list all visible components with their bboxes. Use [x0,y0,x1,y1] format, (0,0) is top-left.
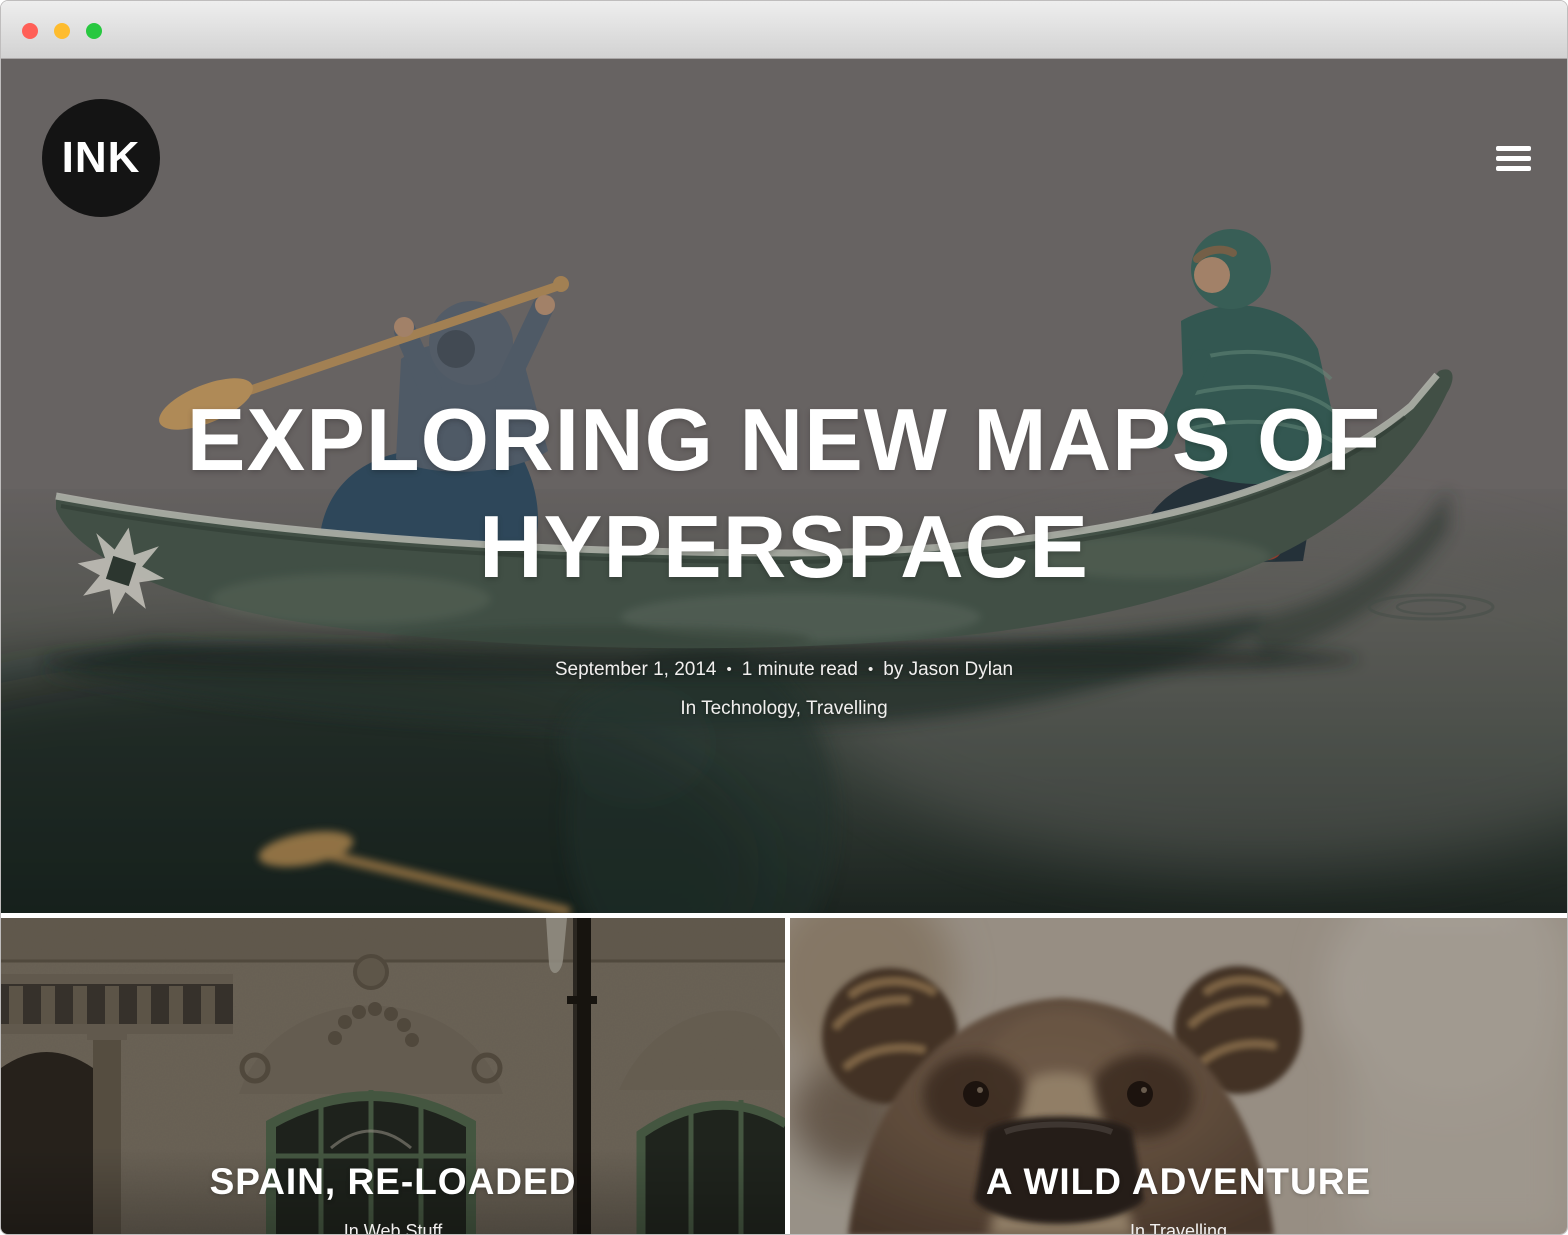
minimize-window-button[interactable] [54,23,70,39]
post-card-header: A WILD ADVENTURE April 15, 2014•2 minute… [790,1128,1567,1235]
site-logo-text: INK [62,133,141,183]
post-card-title[interactable]: A WILD ADVENTURE [790,1159,1567,1205]
post-card-spain[interactable]: SPAIN, RE-LOADED August 21, 2014•1 minut… [1,918,785,1235]
hero-post-header: EXPLORING NEW MAPS OF HYPERSPACE Septemb… [1,327,1567,720]
hero-post-readtime: 1 minute read [742,659,858,680]
post-card-header: SPAIN, RE-LOADED August 21, 2014•1 minut… [1,1128,785,1235]
hero-post-categories[interactable]: In Technology, Travelling [1,698,1567,720]
hero-post-title[interactable]: EXPLORING NEW MAPS OF HYPERSPACE [1,386,1567,600]
browser-window: INK [0,0,1568,1235]
zoom-window-button[interactable] [86,23,102,39]
window-controls [22,23,102,39]
page-content: INK [1,59,1567,1235]
hero-post-date: September 1, 2014 [555,659,717,680]
post-card-adventure[interactable]: A WILD ADVENTURE April 15, 2014•2 minute… [790,918,1567,1235]
meta-separator: • [727,661,732,678]
window-titlebar [1,1,1567,59]
post-grid: SPAIN, RE-LOADED August 21, 2014•1 minut… [1,918,1567,1235]
hamburger-menu-icon[interactable] [1496,146,1531,171]
post-card-title[interactable]: SPAIN, RE-LOADED [1,1159,785,1205]
hero-post-author[interactable]: by Jason Dylan [883,659,1013,680]
meta-separator: • [868,661,873,678]
hero-post[interactable]: EXPLORING NEW MAPS OF HYPERSPACE Septemb… [1,59,1567,913]
site-logo[interactable]: INK [42,99,160,217]
hero-post-meta: September 1, 2014 • 1 minute read • by Jason… [1,659,1567,681]
close-window-button[interactable] [22,23,38,39]
